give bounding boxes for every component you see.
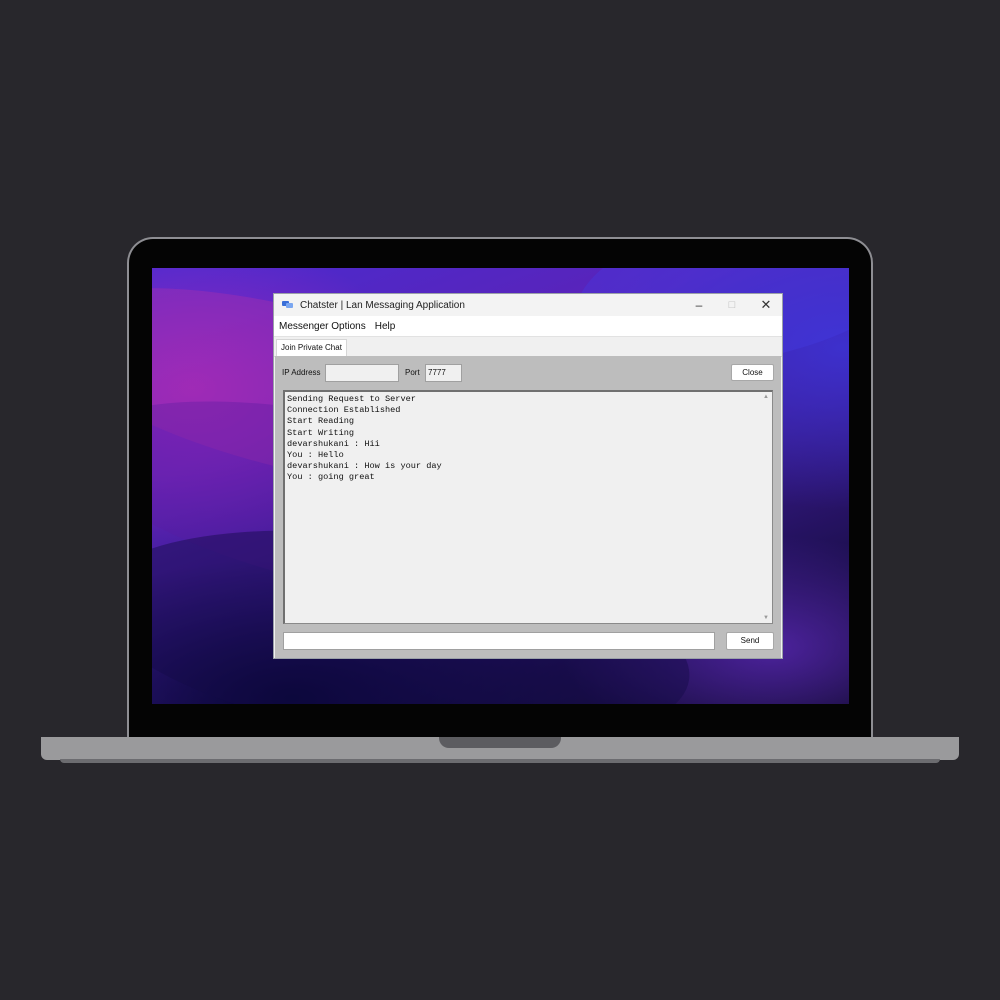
ip-address-label: IP Address <box>282 368 321 377</box>
scroll-up-icon[interactable]: ▲ <box>763 394 769 400</box>
laptop-base-lip <box>60 759 940 763</box>
menu-bar: Messenger Options Help <box>274 316 782 337</box>
minimize-button[interactable]: – <box>684 294 714 316</box>
ip-address-input[interactable] <box>325 364 399 382</box>
maximize-button[interactable]: □ <box>717 294 747 316</box>
scroll-down-icon[interactable]: ▼ <box>763 615 769 621</box>
chatster-window: Chatster | Lan Messaging Application – □… <box>273 293 783 659</box>
message-input[interactable] <box>283 632 715 650</box>
title-bar[interactable]: Chatster | Lan Messaging Application – □… <box>274 294 782 316</box>
chat-panel: IP Address Port 7777 Close Sending Reque… <box>275 356 781 658</box>
chat-log-text: Sending Request to Server Connection Est… <box>287 394 442 483</box>
chat-log-scrollbar[interactable]: ▲ ▼ <box>760 392 772 623</box>
laptop-notch <box>439 737 561 748</box>
window-title: Chatster | Lan Messaging Application <box>300 299 465 311</box>
menu-messenger-options[interactable]: Messenger Options <box>275 321 370 332</box>
close-button[interactable]: Close <box>731 364 774 381</box>
port-label: Port <box>405 368 420 377</box>
port-input[interactable]: 7777 <box>425 364 462 382</box>
chat-log[interactable]: Sending Request to Server Connection Est… <box>283 390 773 624</box>
chat-bubbles-icon <box>282 300 294 310</box>
tab-strip: Join Private Chat <box>274 337 782 357</box>
close-window-button[interactable]: ✕ <box>751 294 781 316</box>
menu-help[interactable]: Help <box>371 321 400 332</box>
tab-join-private-chat[interactable]: Join Private Chat <box>276 339 347 356</box>
send-button[interactable]: Send <box>726 632 774 650</box>
